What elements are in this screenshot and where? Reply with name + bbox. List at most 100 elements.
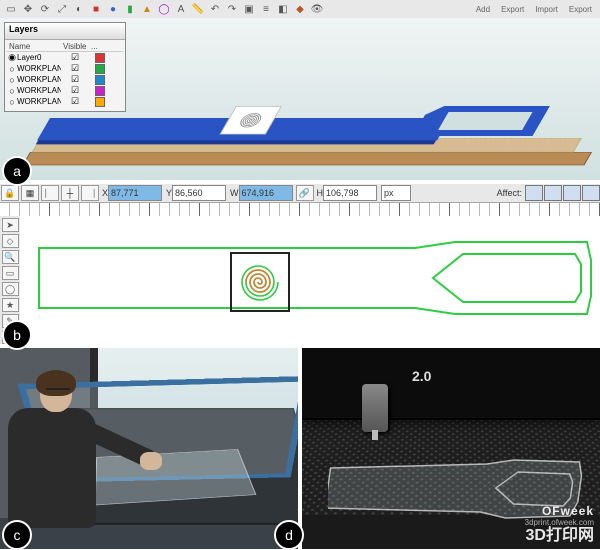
units-select[interactable]: px [381,185,411,201]
subfigure-label-a: a [2,156,32,186]
tool-star-icon[interactable]: ★ [2,298,19,312]
tool-ellipse-icon[interactable]: ◯ [2,282,19,296]
lock-icon[interactable]: 🔒 [1,185,19,201]
tool-text-icon[interactable]: A [174,2,188,16]
layer-visible-checkbox[interactable]: ☑ [61,96,89,107]
ground-plane [22,152,592,165]
layer-row[interactable]: ○WORKPLANE☑ [7,63,123,74]
layer-row[interactable]: ○WORKPLANE1☑ [7,74,123,85]
coord-w-input[interactable]: 674,916 [239,185,293,201]
layer-visible-checkbox[interactable]: ☑ [61,63,89,74]
tool-mirror-icon[interactable]: ◧ [276,2,290,16]
layer-color-swatch[interactable] [95,97,105,107]
panel-b-2d-vector: 🔒 ▦ ⎸ ┼ ⎹ X 87,771 Y 86,560 W 674,916 🔗 … [0,184,600,348]
tool-node-icon[interactable]: ◇ [2,234,19,248]
layers-col-more: ... [91,42,121,51]
layer-visible-checkbox[interactable]: ☑ [61,74,89,85]
coord-h-input[interactable]: 106,798 [323,185,377,201]
layer-name: WORKPLANE1 [17,75,61,84]
coord-x-input[interactable]: 87,771 [108,185,162,201]
snap-grid-icon[interactable]: ▦ [21,185,39,201]
layers-col-name: Name [7,42,63,51]
watermark-url: 3dprint.ofweek.com [525,519,594,528]
menu-export2[interactable]: Export [569,5,592,14]
tool-cyl-icon[interactable]: ▮ [123,2,137,16]
tool-undo-icon[interactable]: ↶ [208,2,222,16]
menu-import[interactable]: Import [535,5,558,14]
tool-pointer-icon[interactable]: ➤ [2,218,19,232]
subfigure-label-b: b [2,320,32,350]
layer-name: WORKPLANE3 [17,97,61,106]
affect-btn-3[interactable] [563,185,581,201]
layer-row[interactable]: ◉Layer0☑ [7,52,123,63]
tool-sphere-icon[interactable]: ● [106,2,120,16]
layers-panel[interactable]: Layers Name Visible ... ◉Layer0☑○WORKPLA… [4,22,126,112]
vector-options-toolbar: 🔒 ▦ ⎸ ┼ ⎹ X 87,771 Y 86,560 W 674,916 🔗 … [0,184,600,203]
subfigure-label-d: d [274,520,304,550]
laser-gantry [302,348,600,420]
coil-bounding-box[interactable] [230,252,290,312]
tool-move-icon[interactable]: ✥ [21,2,35,16]
layer-radio-icon[interactable]: ○ [7,86,17,96]
layer-radio-icon[interactable]: ○ [7,75,17,85]
layer-visible-checkbox[interactable]: ☑ [61,85,89,96]
coord-w-label: W [230,188,239,198]
tool-rect-icon[interactable]: ▭ [2,266,19,280]
tool-box-icon[interactable]: ■ [89,2,103,16]
tool-paint-icon[interactable]: ◐ [72,2,86,16]
tool-zoom-icon[interactable]: 🔍 [2,250,19,264]
affect-btn-2[interactable] [544,185,562,201]
affect-btn-4[interactable] [582,185,600,201]
tool-view-icon[interactable]: 👁 [310,2,324,16]
layers-panel-title: Layers [5,23,125,40]
affect-btn-1[interactable] [525,185,543,201]
panel-a-3d-cad: ▭ ✥ ⟳ ⤢ ◐ ■ ● ▮ ▲ ◯ A 📏 ↶ ↷ ▣ ≡ ◧ ◆ 👁 Ad… [0,0,600,184]
layer-color-swatch[interactable] [95,64,105,74]
link-wh-icon[interactable]: 🔗 [296,185,314,201]
coord-y-input[interactable]: 86,560 [172,185,226,201]
menu-export[interactable]: Export [501,5,524,14]
watermark-cn: 3D打印网 [525,527,594,545]
operator-person [0,370,120,540]
tool-torus-icon[interactable]: ◯ [157,2,171,16]
panel-d-photo-cutting: 2.0 OFweek 3dprint.ofweek.com 3D打印网 [302,348,600,549]
layer-name: WORKPLANE2 [17,86,61,95]
tool-measure-icon[interactable]: 📏 [191,2,205,16]
panel-c-photo-loading [0,348,298,549]
watermark: OFweek 3dprint.ofweek.com 3D打印网 [525,505,594,545]
spiral-coil-path [238,260,282,304]
tool-cone-icon[interactable]: ▲ [140,2,154,16]
spiral-coil-icon [232,111,269,131]
tool-rotate-icon[interactable]: ⟳ [38,2,52,16]
gauge-reading: 2.0 [412,368,431,384]
tool-select-icon[interactable]: ▭ [4,2,18,16]
tool-group-icon[interactable]: ▣ [242,2,256,16]
tool-scale-icon[interactable]: ⤢ [55,2,69,16]
menu-add[interactable]: Add [476,5,490,14]
tool-material-icon[interactable]: ◆ [293,2,307,16]
layer-row[interactable]: ○WORKPLANE3☑ [7,96,123,107]
layer-color-swatch[interactable] [95,75,105,85]
cut-outline-path[interactable] [35,240,595,316]
align-left-icon[interactable]: ⎸ [41,185,59,201]
align-right-icon[interactable]: ⎹ [81,185,99,201]
layer-radio-icon[interactable]: ○ [7,64,17,74]
cad-main-toolbar: ▭ ✥ ⟳ ⤢ ◐ ■ ● ▮ ▲ ◯ A 📏 ↶ ↷ ▣ ≡ ◧ ◆ 👁 Ad… [0,0,600,19]
tool-redo-icon[interactable]: ↷ [225,2,239,16]
layer-radio-icon[interactable]: ◉ [7,52,17,63]
tool-align-icon[interactable]: ≡ [259,2,273,16]
watermark-brand: OFweek [525,505,594,518]
layer-radio-icon[interactable]: ○ [7,97,17,107]
model-body-handle[interactable] [413,106,550,136]
layer-row[interactable]: ○WORKPLANE2☑ [7,85,123,96]
vector-canvas[interactable] [20,216,600,344]
layer-color-swatch[interactable] [95,86,105,96]
laser-head-nozzle [362,384,388,432]
operator-hand [140,452,162,470]
layers-col-visible: Visible [63,42,91,51]
align-center-icon[interactable]: ┼ [61,185,79,201]
layer-color-swatch[interactable] [95,53,105,63]
layer-name: WORKPLANE [17,64,61,73]
layer-name: Layer0 [17,53,61,62]
layer-visible-checkbox[interactable]: ☑ [61,52,89,63]
